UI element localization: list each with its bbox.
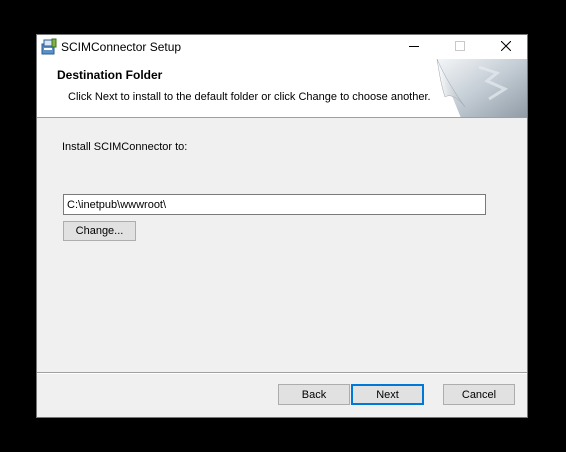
page-title: Destination Folder bbox=[57, 68, 163, 82]
maximize-icon bbox=[455, 38, 465, 56]
minimize-icon bbox=[409, 38, 419, 56]
install-location-label: Install SCIMConnector to: bbox=[62, 141, 188, 153]
installer-icon bbox=[41, 38, 57, 55]
setup-window: SCIMConnector Setup Destination Folder C… bbox=[36, 34, 528, 418]
page-description: Click Next to install to the default fol… bbox=[68, 91, 431, 103]
window-title: SCIMConnector Setup bbox=[61, 40, 182, 54]
title-bar[interactable]: SCIMConnector Setup bbox=[37, 35, 527, 59]
footer-divider bbox=[37, 372, 527, 374]
dialog-header: Destination Folder Click Next to install… bbox=[37, 59, 527, 118]
maximize-button bbox=[437, 35, 483, 59]
minimize-button[interactable] bbox=[391, 35, 437, 59]
back-button[interactable]: Back bbox=[278, 384, 350, 405]
close-button[interactable] bbox=[483, 35, 529, 59]
next-button[interactable]: Next bbox=[351, 384, 424, 405]
install-path-field[interactable] bbox=[63, 194, 486, 215]
close-icon bbox=[500, 38, 512, 56]
cancel-button[interactable]: Cancel bbox=[443, 384, 515, 405]
change-button[interactable]: Change... bbox=[63, 221, 136, 241]
banner-graphic bbox=[427, 59, 527, 117]
